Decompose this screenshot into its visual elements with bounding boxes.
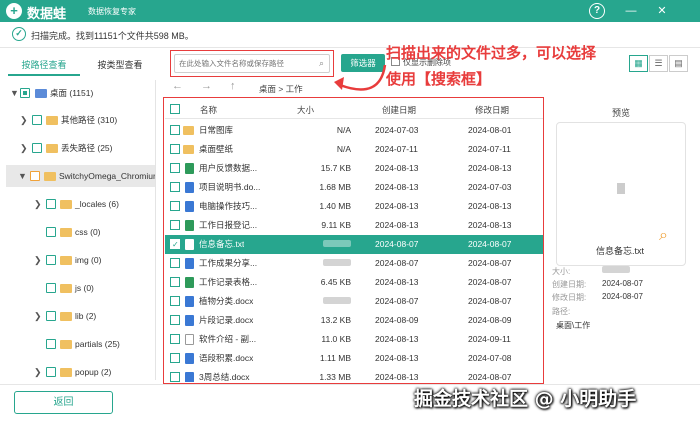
folder-icon: [44, 172, 56, 181]
tree-item-label: js (0): [75, 283, 94, 293]
help-icon[interactable]: ?: [589, 3, 605, 19]
preview-title: 预览: [612, 108, 631, 118]
chevron-right-icon[interactable]: ❯: [20, 109, 28, 131]
tree-item-img[interactable]: ❯ img (0): [34, 249, 155, 271]
close-button[interactable]: ✕: [654, 3, 670, 19]
scan-status-text: 扫描完成。找到11151个文件共598 MB。: [31, 31, 194, 41]
forward-arrow-icon[interactable]: →: [201, 80, 212, 92]
tree-checkbox[interactable]: [46, 199, 56, 209]
tree-item-lib[interactable]: ❯ lib (2): [34, 305, 155, 327]
title-bar: + 数据蛙 数据恢复专家 ? — ✕: [0, 0, 700, 22]
folder-icon: [60, 312, 72, 321]
app-name: 数据蛙: [27, 7, 67, 22]
folder-tree: ▼ 桌面 (1151) ❯ 其他路径 (310) ❯ 丢失路径 (25) ▼ S…: [6, 80, 156, 380]
preview-modified-value: 2024-08-07: [602, 292, 643, 301]
app-slogan: 数据恢复专家: [88, 7, 136, 16]
tree-checkbox[interactable]: [30, 171, 40, 181]
preview-created-value: 2024-08-07: [602, 279, 643, 288]
preview-size-label: 大小:: [552, 267, 571, 276]
navigation-bar: ← → ↑ 桌面 > 工作: [164, 80, 546, 98]
search-box[interactable]: ⌕: [174, 54, 330, 73]
watermark: 掘金技术社区 @ 小明助手: [414, 388, 637, 410]
preview-path-value: 桌面\工作: [556, 321, 591, 330]
tree-item-label: popup (2): [75, 367, 112, 377]
tree-item-label: 丢失路径 (25): [61, 143, 113, 153]
folder-icon: [46, 144, 58, 153]
folder-icon: [60, 228, 72, 237]
tree-checkbox[interactable]: [46, 367, 56, 377]
tree-item-label: SwitchyOmega_Chromium: [59, 171, 155, 181]
view-mode-buttons: ▦ ☰ ▤: [629, 55, 689, 72]
detail-view-icon[interactable]: ▤: [669, 55, 688, 72]
tree-checkbox[interactable]: [20, 88, 30, 98]
back-arrow-icon[interactable]: ←: [172, 80, 183, 92]
folder-icon: [60, 200, 72, 209]
tree-item-label: 其他路径 (310): [61, 115, 118, 125]
back-button[interactable]: 返回: [14, 391, 113, 414]
tree-item-locales[interactable]: ❯ _locales (6): [34, 193, 155, 215]
file-list-highlight-box: [163, 97, 544, 384]
zoom-icon[interactable]: ⌕: [659, 227, 668, 245]
tree-item-switchyomega[interactable]: ▼ SwitchyOmega_Chromium: [6, 165, 155, 187]
tree-checkbox[interactable]: [46, 255, 56, 265]
chevron-right-icon[interactable]: ❯: [20, 137, 28, 159]
preview-created-label: 创建日期:: [552, 280, 587, 289]
minimize-button[interactable]: —: [623, 3, 639, 19]
tree-checkbox[interactable]: [46, 227, 56, 237]
tree-checkbox[interactable]: [46, 283, 56, 293]
folder-icon: [46, 116, 58, 125]
preview-path-label: 路径:: [552, 307, 571, 316]
chevron-right-icon[interactable]: ❯: [34, 249, 42, 271]
chevron-right-icon[interactable]: ❯: [34, 305, 42, 327]
tree-checkbox[interactable]: [32, 115, 42, 125]
breadcrumb[interactable]: 桌面 > 工作: [259, 83, 303, 95]
chevron-down-icon[interactable]: ▼: [10, 82, 19, 104]
tree-item-label: 桌面 (1151): [50, 88, 94, 98]
chevron-right-icon[interactable]: ❯: [34, 193, 42, 215]
view-tabs: 按路径查看 按类型查看: [8, 56, 156, 76]
folder-icon: [60, 368, 72, 377]
tree-checkbox[interactable]: [46, 339, 56, 349]
preview-filename: 信息备忘.txt: [596, 246, 645, 256]
tree-item-label: css (0): [75, 227, 101, 237]
tree-item-label: _locales (6): [75, 199, 119, 209]
folder-icon: [60, 284, 72, 293]
scan-complete-icon: ✓: [12, 27, 26, 41]
tree-item-other-paths[interactable]: ❯ 其他路径 (310): [20, 109, 155, 131]
folder-icon: [60, 256, 72, 265]
tree-checkbox[interactable]: [32, 143, 42, 153]
tree-item-label: lib (2): [75, 311, 97, 321]
tree-item-label: img (0): [75, 255, 102, 265]
app-logo-icon: +: [6, 3, 22, 19]
list-view-icon[interactable]: ☰: [649, 55, 668, 72]
tree-checkbox[interactable]: [46, 311, 56, 321]
tree-item-js[interactable]: js (0): [34, 277, 155, 299]
preview-modified-label: 修改日期:: [552, 293, 587, 302]
chevron-right-icon[interactable]: ❯: [34, 361, 42, 380]
preview-size-value: [602, 266, 630, 275]
tree-item-desktop[interactable]: ▼ 桌面 (1151): [10, 82, 155, 104]
tree-item-partials[interactable]: partials (25): [34, 333, 155, 355]
chevron-down-icon[interactable]: ▼: [18, 165, 27, 187]
up-arrow-icon[interactable]: ↑: [230, 80, 236, 92]
file-icon: [617, 183, 625, 194]
tree-item-css[interactable]: css (0): [34, 221, 155, 243]
tree-item-lost-paths[interactable]: ❯ 丢失路径 (25): [20, 137, 155, 159]
folder-icon: [60, 340, 72, 349]
desktop-folder-icon: [35, 89, 47, 98]
tab-by-type[interactable]: 按类型查看: [84, 56, 156, 76]
tree-item-popup[interactable]: ❯ popup (2): [34, 361, 155, 380]
preview-panel: 预览 ⌕ 信息备忘.txt 大小: 创建日期: 2024-08-07 修改日期:…: [552, 80, 697, 380]
tree-item-label: partials (25): [75, 339, 120, 349]
tab-by-path[interactable]: 按路径查看: [8, 56, 80, 76]
grid-view-icon[interactable]: ▦: [629, 55, 648, 72]
search-input[interactable]: [179, 57, 309, 70]
search-icon[interactable]: ⌕: [319, 58, 324, 69]
